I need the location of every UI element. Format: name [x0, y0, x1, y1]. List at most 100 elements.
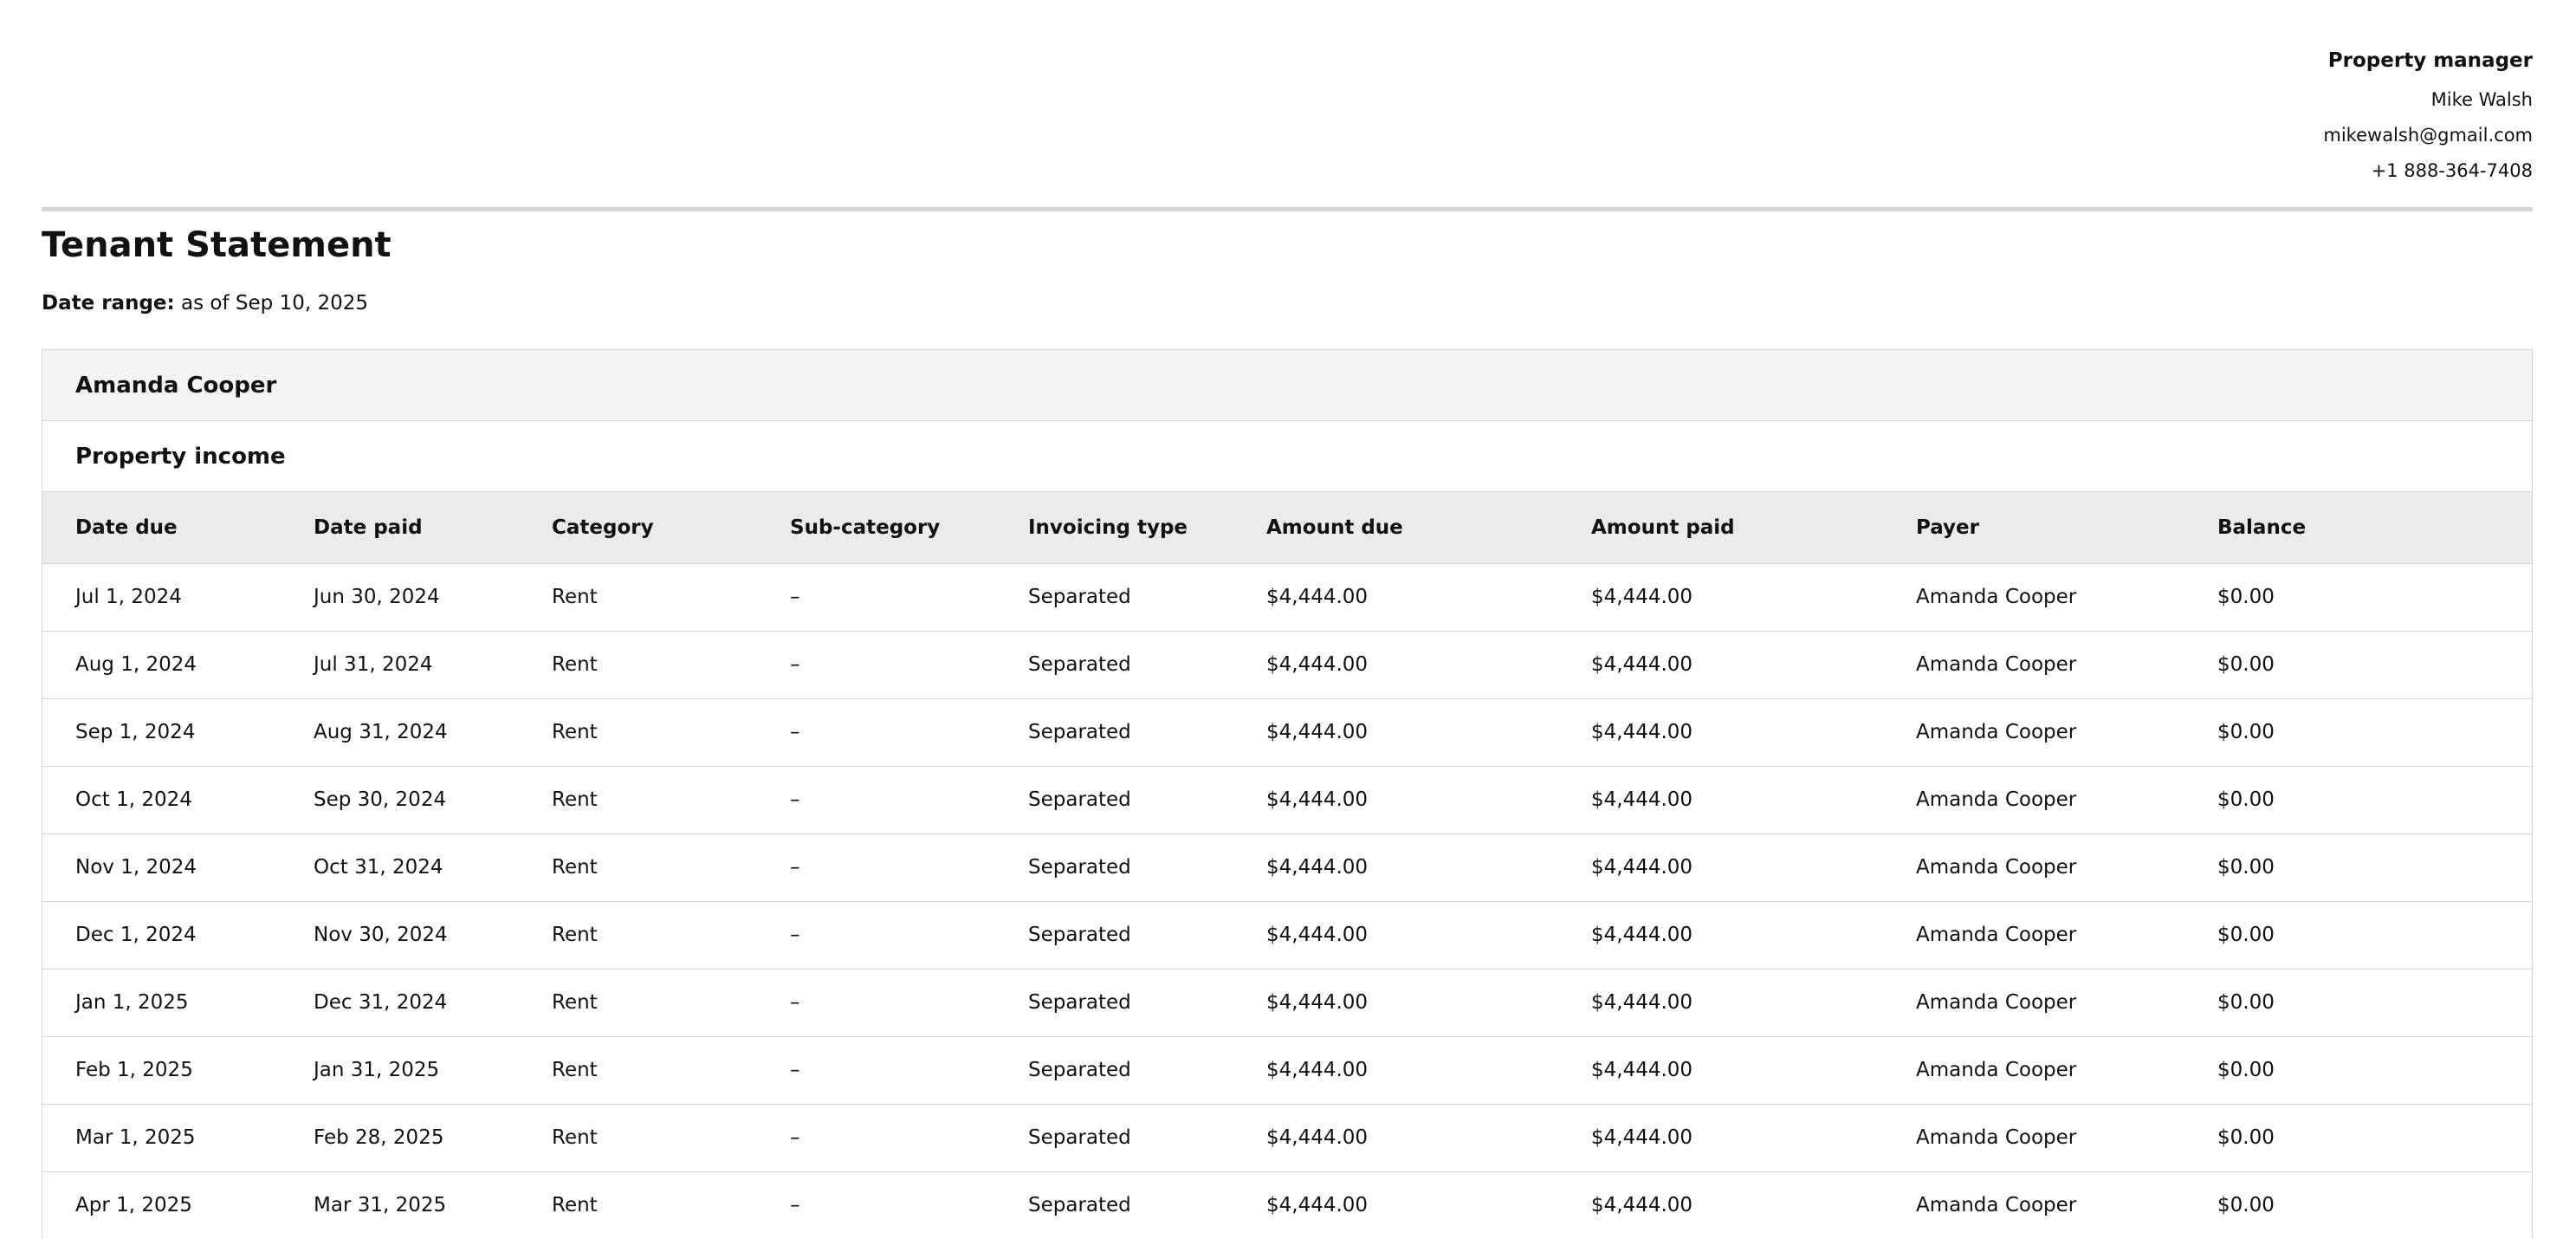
table-cell: Rent: [552, 698, 790, 767]
date-range: Date range: as of Sep 10, 2025: [42, 291, 368, 315]
table-cell: –: [790, 698, 1028, 767]
table-cell: $4,444.00: [1266, 834, 1591, 902]
manager-name: Mike Walsh: [2430, 89, 2533, 110]
column-header: Invoicing type: [1028, 492, 1266, 564]
tenant-name-row: Amanda Cooper: [42, 350, 2532, 421]
table-cell: Amanda Cooper: [1916, 901, 2217, 970]
income-table: Date due Date paid Category Sub-category Inv…: [42, 492, 2532, 1239]
table-cell: $4,444.00: [1266, 1171, 1591, 1239]
table-cell: Mar 1, 2025: [42, 1104, 314, 1172]
table-cell: Separated: [1028, 631, 1266, 699]
table-cell: $0.00: [2217, 1104, 2532, 1172]
table-row: Oct 1, 2024 Sep 30, 2024 Rent – Separated $4,…: [42, 766, 2532, 834]
table-cell: Amanda Cooper: [1916, 969, 2217, 1037]
table-cell: Mar 31, 2025: [314, 1171, 552, 1239]
table-cell: –: [790, 766, 1028, 834]
table-cell: Separated: [1028, 1036, 1266, 1105]
table-cell: Apr 1, 2025: [42, 1171, 314, 1239]
table-cell: Separated: [1028, 969, 1266, 1037]
table-cell: Rent: [552, 1171, 790, 1239]
table-cell: $0.00: [2217, 698, 2532, 767]
table-cell: $4,444.00: [1266, 766, 1591, 834]
table-cell: –: [790, 1104, 1028, 1172]
table-cell: Jan 1, 2025: [42, 969, 314, 1037]
table-cell: –: [790, 901, 1028, 970]
column-header: Amount due: [1266, 492, 1591, 564]
table-cell: Amanda Cooper: [1916, 1104, 2217, 1172]
table-cell: $4,444.00: [1591, 901, 1916, 970]
table-cell: $4,444.00: [1591, 1171, 1916, 1239]
table-cell: Amanda Cooper: [1916, 834, 2217, 902]
table-cell: Separated: [1028, 698, 1266, 767]
table-cell: Amanda Cooper: [1916, 563, 2217, 632]
column-header: Category: [552, 492, 790, 564]
table-cell: $0.00: [2217, 834, 2532, 902]
table-cell: Rent: [552, 834, 790, 902]
table-row: Nov 1, 2024 Oct 31, 2024 Rent – Separated $4,…: [42, 834, 2532, 902]
statement-page: Property manager Mike Walsh mikewalsh@gm…: [0, 0, 2576, 1239]
table-cell: Rent: [552, 1036, 790, 1105]
table-cell: Feb 1, 2025: [42, 1036, 314, 1105]
table-cell: Sep 30, 2024: [314, 766, 552, 834]
table-cell: Amanda Cooper: [1916, 766, 2217, 834]
property-manager-block: Property manager Mike Walsh mikewalsh@gm…: [2323, 49, 2533, 195]
table-row: Jul 1, 2024 Jun 30, 2024 Rent – Separated $4,…: [42, 563, 2532, 632]
table-cell: Feb 28, 2025: [314, 1104, 552, 1172]
table-cell: $0.00: [2217, 766, 2532, 834]
table-cell: $4,444.00: [1266, 969, 1591, 1037]
table-cell: Rent: [552, 563, 790, 632]
tenant-name: Amanda Cooper: [75, 372, 277, 399]
table-cell: Rent: [552, 901, 790, 970]
table-cell: $4,444.00: [1591, 834, 1916, 902]
table-cell: $0.00: [2217, 969, 2532, 1037]
table-cell: –: [790, 1036, 1028, 1105]
table-cell: $0.00: [2217, 1036, 2532, 1105]
table-cell: –: [790, 631, 1028, 699]
table-cell: Jul 31, 2024: [314, 631, 552, 699]
table-row: Aug 1, 2024 Jul 31, 2024 Rent – Separated $4,…: [42, 631, 2532, 699]
page-title: Tenant Statement: [42, 225, 392, 265]
table-cell: Oct 31, 2024: [314, 834, 552, 902]
table-cell: Separated: [1028, 834, 1266, 902]
table-row: Apr 1, 2025 Mar 31, 2025 Rent – Separated $4,…: [42, 1171, 2532, 1239]
table-cell: Aug 31, 2024: [314, 698, 552, 767]
table-cell: –: [790, 969, 1028, 1037]
table-cell: Amanda Cooper: [1916, 631, 2217, 699]
table-cell: $4,444.00: [1266, 631, 1591, 699]
table-cell: $4,444.00: [1266, 1036, 1591, 1105]
statement-box: Amanda Cooper Property income Date due Da…: [42, 349, 2533, 1239]
date-range-value: as of Sep 10, 2025: [181, 292, 368, 315]
table-cell: $0.00: [2217, 901, 2532, 970]
table-cell: Rent: [552, 766, 790, 834]
table-cell: Separated: [1028, 563, 1266, 632]
column-header: Payer: [1916, 492, 2217, 564]
table-cell: Aug 1, 2024: [42, 631, 314, 699]
table-cell: Jul 1, 2024: [42, 563, 314, 632]
manager-email: mikewalsh@gmail.com: [2323, 125, 2533, 146]
section-title: Property income: [75, 443, 286, 470]
table-cell: Separated: [1028, 1104, 1266, 1172]
table-body: Jul 1, 2024 Jun 30, 2024 Rent – Separated $4,…: [42, 563, 2532, 1239]
table-cell: Separated: [1028, 901, 1266, 970]
table-row: Feb 1, 2025 Jan 31, 2025 Rent – Separated $4,…: [42, 1036, 2532, 1105]
table-cell: $0.00: [2217, 631, 2532, 699]
table-cell: $4,444.00: [1591, 698, 1916, 767]
table-cell: $4,444.00: [1591, 631, 1916, 699]
table-cell: –: [790, 563, 1028, 632]
table-cell: $0.00: [2217, 1171, 2532, 1239]
column-header: Balance: [2217, 492, 2532, 564]
table-cell: $4,444.00: [1266, 563, 1591, 632]
table-cell: $0.00: [2217, 563, 2532, 632]
table-row: Dec 1, 2024 Nov 30, 2024 Rent – Separated $4,…: [42, 901, 2532, 970]
header-divider: [42, 207, 2533, 211]
table-cell: Rent: [552, 1104, 790, 1172]
table-cell: $4,444.00: [1266, 1104, 1591, 1172]
table-cell: Nov 30, 2024: [314, 901, 552, 970]
property-manager-label: Property manager: [2327, 49, 2533, 72]
table-cell: Separated: [1028, 766, 1266, 834]
manager-phone: +1 888-364-7408: [2371, 160, 2533, 181]
table-row: Mar 1, 2025 Feb 28, 2025 Rent – Separated $4,…: [42, 1104, 2532, 1172]
table-cell: Rent: [552, 969, 790, 1037]
table-cell: –: [790, 834, 1028, 902]
table-cell: Oct 1, 2024: [42, 766, 314, 834]
